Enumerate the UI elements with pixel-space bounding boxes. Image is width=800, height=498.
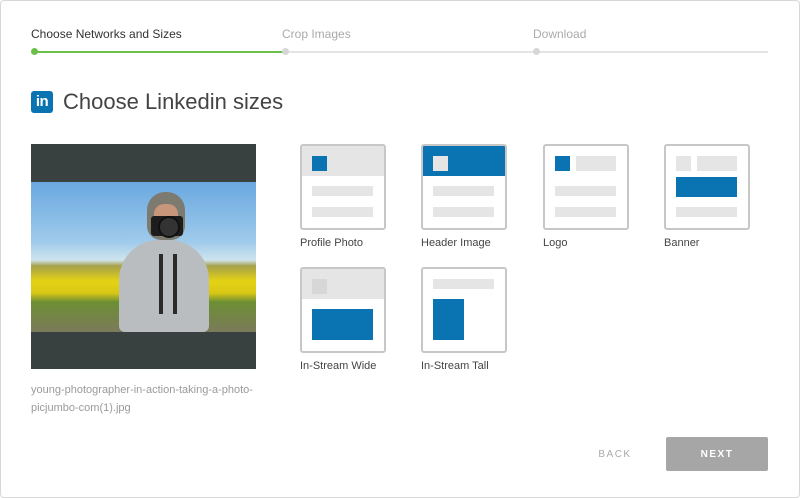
step-download: Download <box>533 27 587 41</box>
size-option-label: Header Image <box>421 237 491 249</box>
image-preview <box>31 144 256 369</box>
step-dot-3 <box>533 48 540 55</box>
profile-photo-thumbnail[interactable] <box>300 144 386 230</box>
size-option-label: Banner <box>664 237 700 249</box>
progress-fill <box>34 51 285 53</box>
back-button[interactable]: BACK <box>585 441 645 467</box>
banner-thumbnail[interactable] <box>664 144 750 230</box>
size-option-logo[interactable]: Logo <box>543 144 629 249</box>
in-stream-wide-thumbnail[interactable] <box>300 267 386 353</box>
size-option-banner[interactable]: Banner <box>664 144 750 249</box>
size-option-label: In-Stream Tall <box>421 360 489 372</box>
step-dot-2 <box>282 48 289 55</box>
page-title: Choose Linkedin sizes <box>63 89 284 114</box>
step-choose-networks: Choose Networks and Sizes <box>31 27 182 41</box>
size-option-label: Profile Photo <box>300 237 363 249</box>
header-image-thumbnail[interactable] <box>421 144 507 230</box>
size-option-label: In-Stream Wide <box>300 360 377 372</box>
step-dot-1 <box>31 48 38 55</box>
wizard-panel: Choose Networks and Sizes Crop Images Do… <box>0 0 800 498</box>
progress-stepper: Choose Networks and Sizes Crop Images Do… <box>31 27 768 57</box>
preview-photo <box>31 182 256 332</box>
page-header: in Choose Linkedin sizes <box>31 89 283 115</box>
size-option-in-stream-tall[interactable]: In-Stream Tall <box>421 267 507 372</box>
size-option-profile-photo[interactable]: Profile Photo <box>300 144 386 249</box>
file-name: young-photographer-in-action-taking-a-ph… <box>31 384 253 414</box>
size-option-in-stream-wide[interactable]: In-Stream Wide <box>300 267 386 372</box>
in-stream-tall-thumbnail[interactable] <box>421 267 507 353</box>
size-option-label: Logo <box>543 237 568 249</box>
logo-thumbnail[interactable] <box>543 144 629 230</box>
step-crop-images: Crop Images <box>282 27 351 41</box>
linkedin-icon: in <box>31 91 53 113</box>
next-button[interactable]: NEXT <box>666 437 768 471</box>
size-option-header-image[interactable]: Header Image <box>421 144 507 249</box>
